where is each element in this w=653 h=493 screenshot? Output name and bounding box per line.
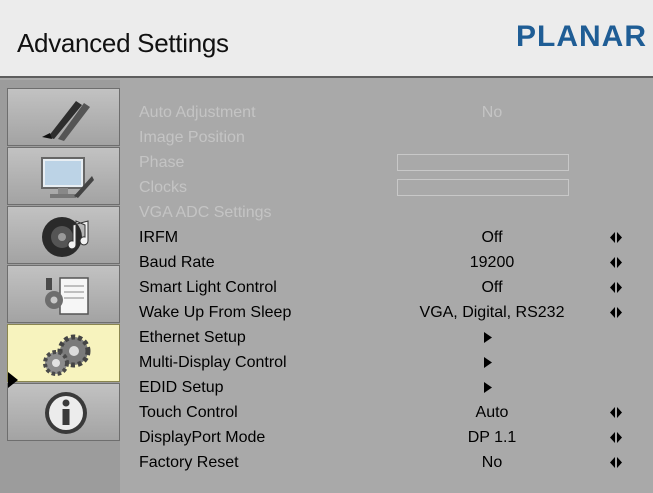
displayport-mode-row[interactable]: DisplayPort Mode DP 1.1 (122, 425, 653, 450)
submenu-arrow-icon (484, 357, 492, 368)
speaker-icon (42, 217, 89, 257)
left-right-arrows-icon[interactable] (610, 232, 622, 243)
phase-label: Phase (139, 154, 185, 171)
left-right-arrows-icon[interactable] (610, 432, 622, 443)
auto-adjustment-label: Auto Adjustment (139, 104, 256, 121)
baud-rate-label: Baud Rate (139, 254, 215, 271)
irfm-value: Off (481, 229, 503, 246)
planar-logo: PLANAR (516, 20, 647, 53)
header: Advanced Settings PLANAR (0, 0, 653, 78)
tab-advanced[interactable] (7, 324, 120, 382)
monitor-icon (41, 157, 94, 198)
smart-light-control-value: Off (481, 279, 503, 296)
touch-control-label: Touch Control (139, 404, 238, 421)
displayport-mode-value: DP 1.1 (467, 429, 517, 446)
tab-picture[interactable] (7, 88, 120, 146)
smart-light-control-row[interactable]: Smart Light Control Off (122, 275, 653, 300)
edid-setup-row[interactable]: EDID Setup (122, 375, 653, 400)
left-right-arrows-icon[interactable] (610, 457, 622, 468)
touch-control-row[interactable]: Touch Control Auto (122, 400, 653, 425)
image-position-label: Image Position (139, 129, 245, 146)
vga-adc-settings-row: VGA ADC Settings (122, 200, 653, 225)
submenu-arrow-icon (484, 332, 492, 343)
auto-adjustment-row: Auto Adjustment No (122, 100, 653, 125)
displayport-mode-label: DisplayPort Mode (139, 429, 266, 446)
factory-reset-value: No (481, 454, 503, 471)
factory-reset-row[interactable]: Factory Reset No (122, 450, 653, 475)
ethernet-setup-row[interactable]: Ethernet Setup (122, 325, 653, 350)
smart-light-control-label: Smart Light Control (139, 279, 277, 296)
left-right-arrows-icon[interactable] (610, 282, 622, 293)
tools-icon (45, 277, 89, 315)
gears-icon (43, 334, 91, 376)
baud-rate-value: 19200 (469, 254, 515, 271)
image-position-row: Image Position (122, 125, 653, 150)
tab-information[interactable] (7, 383, 120, 441)
left-right-arrows-icon[interactable] (610, 257, 622, 268)
left-right-arrows-icon[interactable] (610, 407, 622, 418)
factory-reset-label: Factory Reset (139, 454, 239, 471)
wake-up-from-sleep-value: VGA, Digital, RS232 (419, 304, 565, 321)
page-title: Advanced Settings (17, 28, 229, 58)
brushes-icon (42, 101, 90, 141)
clocks-label: Clocks (139, 179, 188, 196)
vga-adc-settings-label: VGA ADC Settings (139, 204, 272, 221)
active-tab-pointer-icon (8, 372, 18, 388)
submenu-arrow-icon (484, 382, 492, 393)
tab-display[interactable] (7, 147, 120, 205)
osd-menu: Advanced Settings PLANAR Auto Adjustment… (0, 0, 653, 493)
ethernet-setup-label: Ethernet Setup (139, 329, 246, 346)
tab-audio[interactable] (7, 206, 120, 264)
auto-adjustment-value: No (481, 104, 503, 121)
multi-display-control-label: Multi-Display Control (139, 354, 287, 371)
baud-rate-row[interactable]: Baud Rate 19200 (122, 250, 653, 275)
sidebar (0, 80, 120, 493)
left-right-arrows-icon[interactable] (610, 307, 622, 318)
phase-slider (397, 154, 569, 171)
info-icon (45, 392, 87, 434)
phase-row: Phase (122, 150, 653, 175)
tab-tools[interactable] (7, 265, 120, 323)
clocks-slider (397, 179, 569, 196)
settings-list: Auto Adjustment No Image Position Phase … (122, 80, 653, 493)
touch-control-value: Auto (475, 404, 509, 421)
wake-up-from-sleep-row[interactable]: Wake Up From Sleep VGA, Digital, RS232 (122, 300, 653, 325)
clocks-row: Clocks (122, 175, 653, 200)
irfm-row[interactable]: IRFM Off (122, 225, 653, 250)
edid-setup-label: EDID Setup (139, 379, 224, 396)
irfm-label: IRFM (139, 229, 179, 246)
multi-display-control-row[interactable]: Multi-Display Control (122, 350, 653, 375)
wake-up-from-sleep-label: Wake Up From Sleep (139, 304, 292, 321)
